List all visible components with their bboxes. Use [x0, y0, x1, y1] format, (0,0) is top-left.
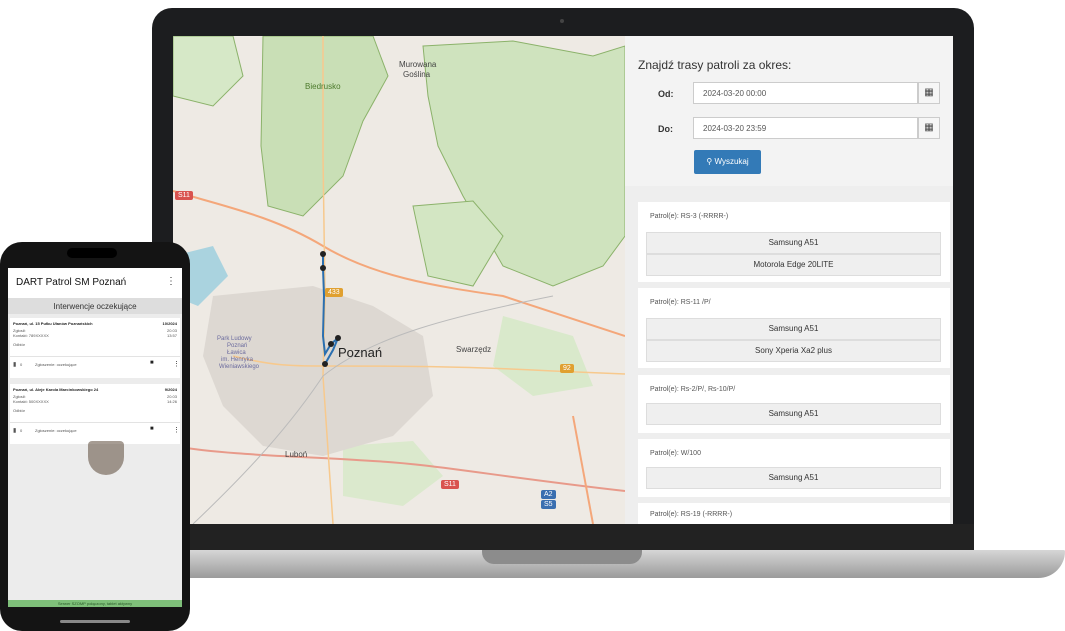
app-bar: DART Patrol SM Poznań ⋮ — [8, 268, 182, 299]
search-button-label: Wyszukaj — [714, 157, 749, 166]
map-label: Park Ludowy — [217, 336, 252, 342]
device-button[interactable]: Samsung A51 — [646, 318, 941, 340]
map-label: Swarzędz — [456, 345, 492, 354]
attachment-icon: ▮ — [13, 428, 17, 434]
section-header: Interwencje oczekujące — [8, 299, 182, 314]
device-button[interactable]: Samsung A51 — [646, 467, 941, 489]
to-label: Do: — [658, 124, 673, 134]
intervention-card[interactable]: Poznań, ul. Aleje Karola Marcinkowskiego… — [10, 384, 180, 444]
document-icon[interactable]: ■ — [150, 360, 154, 366]
attachment-icon: ▮ — [13, 362, 17, 368]
city-guard-badge-icon — [88, 441, 124, 475]
intervention-contact: Kontakt: 500XXXXX — [13, 399, 49, 404]
patrol-card: Patrol(e): RS-19 (-RRRR-) — [638, 503, 950, 524]
road-shield: S5 — [541, 500, 556, 509]
device-button[interactable]: Samsung A51 — [646, 403, 941, 425]
device-button[interactable]: Sony Xperia Xa2 plus — [646, 340, 941, 362]
more-vert-icon[interactable]: ⋮ — [173, 426, 180, 434]
road — [572, 415, 594, 524]
search-icon: ⚲ — [706, 157, 713, 166]
map-label: Wieniawskiego — [219, 364, 260, 370]
device-button[interactable]: Samsung A51 — [646, 232, 941, 254]
device-button[interactable]: Motorola Edge 20LITE — [646, 254, 941, 276]
map-label: Biedrusko — [305, 82, 341, 91]
divider — [10, 356, 180, 357]
map-label: Poznań — [227, 343, 248, 349]
to-date-input[interactable]: 2024-03-20 23:59 — [693, 117, 918, 139]
patrol-label: Patrol(e): Rs-2/P/, Rs-10/P/ — [650, 386, 736, 393]
urban-area — [203, 286, 433, 456]
patrol-card: Patrol(e): RS-11 /P/ Samsung A51 Sony Xp… — [638, 288, 950, 368]
from-label: Od: — [658, 89, 674, 99]
status-bar: Serwer SZOMP połączony, tablet aktywny — [8, 600, 182, 607]
forest-area — [343, 441, 443, 506]
road-shield: 433 — [325, 288, 343, 297]
route-point — [322, 361, 328, 367]
search-form: Znajdź trasy patroli za okres: Od: 2024-… — [625, 36, 953, 186]
calendar-icon[interactable]: ▦ — [918, 117, 940, 139]
divider — [10, 422, 180, 423]
search-title: Znajdź trasy patroli za okres: — [638, 58, 792, 72]
map-label: Goślina — [403, 70, 431, 79]
phone-screen: DART Patrol SM Poznań ⋮ Interwencje ocze… — [8, 268, 182, 607]
map-label: im. Henryka — [221, 357, 254, 363]
map-canvas[interactable] — [173, 36, 625, 524]
map-label: Ławica — [227, 350, 246, 356]
forest-area — [260, 36, 389, 217]
intervention-contact: Kontakt: 789XXXXX — [13, 333, 49, 338]
route-point — [335, 335, 341, 341]
road-shield: A2 — [541, 490, 556, 499]
map-view[interactable]: Murowana Goślina Biedrusko Poznań Swarzę… — [173, 36, 625, 524]
attachment-count: 0 — [20, 428, 23, 433]
laptop-screen: Murowana Goślina Biedrusko Poznań Swarzę… — [173, 36, 953, 524]
map-label: Murowana — [399, 60, 437, 69]
map-label: Luboń — [285, 450, 308, 459]
intervention-address: Poznań, ul. Aleje Karola Marcinkowskiego… — [13, 387, 99, 392]
more-vert-icon[interactable]: ⋮ — [166, 276, 176, 287]
route-point — [320, 251, 326, 257]
patrol-card: Patrol(e): Rs-2/P/, Rs-10/P/ Samsung A51 — [638, 375, 950, 433]
camera-icon — [560, 19, 564, 23]
patrol-label: Patrol(e): W/100 — [650, 450, 701, 457]
from-date-input[interactable]: 2024-03-20 00:00 — [693, 82, 918, 104]
intervention-number: 10/2024 — [162, 321, 177, 326]
intervention-status: Zgłoszenie: oczekujące — [35, 428, 77, 433]
intervention-time: 13:57 — [166, 333, 177, 338]
intervention-type: Odbiór — [13, 408, 26, 413]
intervention-type: Odbiór — [13, 342, 26, 347]
route-point — [328, 341, 334, 347]
patrol-card: Patrol(e): RS-3 (-RRRR-) Samsung A51 Mot… — [638, 202, 950, 282]
more-vert-icon[interactable]: ⋮ — [173, 360, 180, 368]
forest-area — [173, 36, 244, 107]
route-point — [320, 265, 326, 271]
attachment-count: 0 — [20, 362, 23, 367]
home-indicator — [60, 620, 130, 623]
patrol-label: Patrol(e): RS-11 /P/ — [650, 299, 711, 306]
patrol-label: Patrol(e): RS-19 (-RRRR-) — [650, 511, 733, 518]
intervention-time: 14:26 — [166, 399, 177, 404]
road-shield: 92 — [560, 364, 574, 373]
app-title: DART Patrol SM Poznań — [16, 277, 127, 288]
patrol-card: Patrol(e): W/100 Samsung A51 — [638, 439, 950, 497]
calendar-icon[interactable]: ▦ — [918, 82, 940, 104]
intervention-address: Poznań, ul. 15 Pułku Ułanów Poznańskich — [13, 321, 93, 326]
search-button[interactable]: ⚲ Wyszukaj — [694, 150, 761, 174]
laptop-trackpad-notch — [482, 550, 642, 564]
intervention-status: Zgłoszenie: oczekujące — [35, 362, 77, 367]
phone-notch — [67, 248, 117, 258]
intervention-number: 9/2024 — [164, 387, 177, 392]
road-shield: S11 — [175, 191, 193, 200]
document-icon[interactable]: ■ — [150, 426, 154, 432]
road-shield: S11 — [441, 480, 459, 489]
map-label-city: Poznań — [338, 345, 383, 360]
patrol-label: Patrol(e): RS-3 (-RRRR-) — [650, 213, 729, 220]
intervention-card[interactable]: Poznań, ul. 15 Pułku Ułanów Poznańskich … — [10, 318, 180, 378]
forest-area — [493, 316, 593, 396]
patrol-panel: Znajdź trasy patroli za okres: Od: 2024-… — [625, 36, 953, 524]
